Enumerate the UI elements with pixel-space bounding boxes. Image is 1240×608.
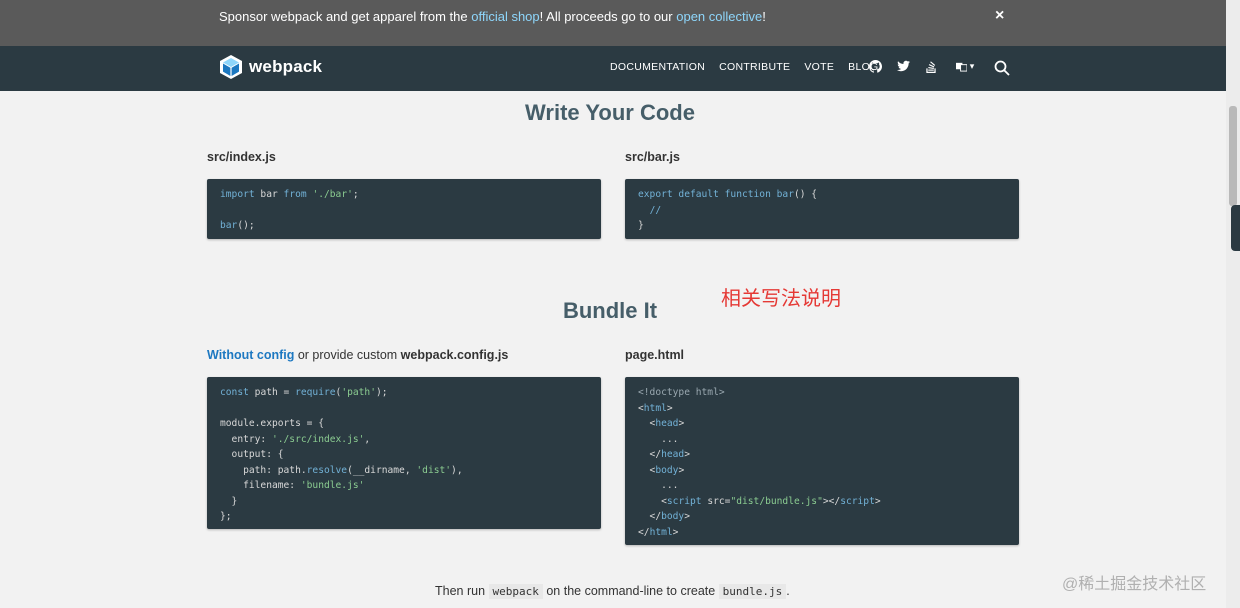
footer-text: on the command-line to create <box>542 584 719 598</box>
page-scrollbar[interactable] <box>1226 0 1240 608</box>
file-label-config: Without config or provide custom webpack… <box>207 348 508 362</box>
section-title-bundle: Bundle It <box>562 298 658 323</box>
section-title-write-code: Write Your Code <box>525 100 695 125</box>
banner-text: ! All proceeds go to our <box>539 9 677 24</box>
open-collective-link[interactable]: open collective <box>676 9 762 24</box>
file-label-bar: src/bar.js <box>625 150 680 164</box>
run-instruction: Then run webpack on the command-line to … <box>435 584 790 599</box>
banner-text: ! <box>762 9 766 24</box>
github-icon[interactable] <box>868 58 882 74</box>
webpack-cube-icon <box>220 55 242 79</box>
file-label-index: src/index.js <box>207 150 276 164</box>
code-block-config: const path = require('path'); module.exp… <box>207 377 601 529</box>
close-icon[interactable]: × <box>995 7 1004 25</box>
banner-message: Sponsor webpack and get apparel from the… <box>219 9 766 24</box>
brand-name: webpack <box>249 57 323 76</box>
stack-overflow-icon[interactable] <box>924 58 938 74</box>
side-handle[interactable] <box>1231 205 1240 251</box>
sponsor-banner: Sponsor webpack and get apparel from the… <box>0 0 1226 46</box>
file-label-page: page.html <box>625 348 685 362</box>
nav-documentation[interactable]: DOCUMENTATION <box>610 61 705 73</box>
official-shop-link[interactable]: official shop <box>471 9 539 24</box>
webpack-logo[interactable]: webpack <box>219 54 322 80</box>
label-text: or provide custom <box>294 348 401 362</box>
nav-links: DOCUMENTATION CONTRIBUTE VOTE BLOG <box>610 61 879 73</box>
chevron-down-icon: ▾ <box>969 60 975 71</box>
webpack-command: webpack <box>488 584 543 599</box>
footer-text: . <box>786 584 790 598</box>
without-config-link[interactable]: Without config <box>207 348 294 362</box>
watermark: @稀土掘金技术社区 <box>1062 576 1207 593</box>
language-icon[interactable]: ▾ <box>952 58 978 74</box>
footer-text: Then run <box>435 584 489 598</box>
code-block-index: import bar from './bar'; bar(); <box>207 179 601 239</box>
code-block-bar: export default function bar() { // } <box>625 179 1019 239</box>
nav-vote[interactable]: VOTE <box>804 61 834 73</box>
twitter-icon[interactable] <box>896 58 910 74</box>
scrollbar-thumb[interactable] <box>1229 106 1237 206</box>
banner-text: Sponsor webpack and get apparel from the <box>219 9 472 24</box>
code-block-html: <!doctype html> <html> <head> ... </head… <box>625 377 1019 545</box>
search-icon[interactable] <box>994 60 1010 76</box>
top-nav: webpack DOCUMENTATION CONTRIBUTE VOTE BL… <box>0 46 1226 91</box>
nav-icons: ▾ <box>868 58 978 74</box>
bundle-filename: bundle.js <box>718 584 787 599</box>
nav-contribute[interactable]: CONTRIBUTE <box>719 61 790 73</box>
config-filename: webpack.config.js <box>400 348 509 362</box>
